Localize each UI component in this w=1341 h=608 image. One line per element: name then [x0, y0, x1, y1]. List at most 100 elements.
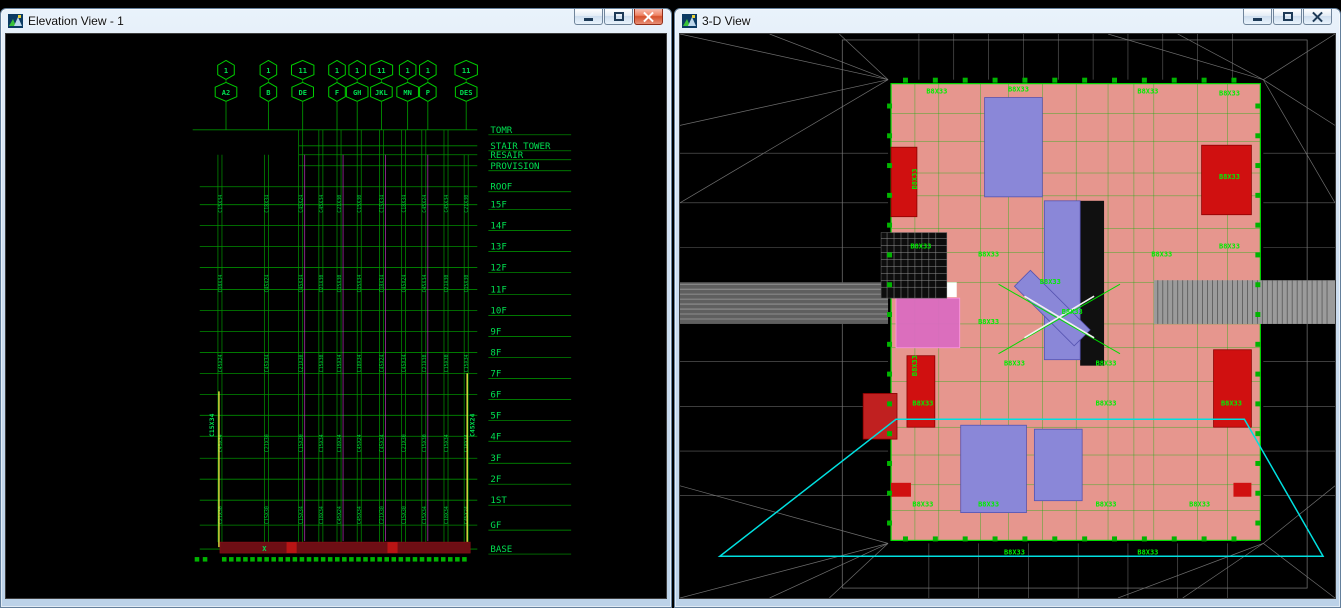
svg-text:F: F — [335, 88, 339, 97]
elevation-window-controls — [574, 9, 663, 25]
svg-text:11F: 11F — [490, 286, 506, 296]
elevation-drawing[interactable]: TOMRSTAIR TOWERRESAIRPROVISIONROOF15F14F… — [6, 34, 666, 598]
svg-text:1: 1 — [224, 66, 228, 75]
svg-text:C15X34: C15X34 — [357, 275, 363, 293]
svg-text:C45X34: C45X34 — [402, 354, 408, 372]
svg-text:B8X33: B8X33 — [910, 242, 931, 250]
svg-text:PROVISION: PROVISION — [490, 162, 539, 172]
svg-text:1: 1 — [406, 66, 410, 75]
svg-text:B8X33: B8X33 — [1040, 278, 1061, 286]
svg-text:2F: 2F — [490, 475, 501, 485]
svg-text:C45X34: C45X34 — [299, 275, 305, 293]
svg-text:B8X33: B8X33 — [911, 355, 919, 376]
close-icon — [1312, 12, 1323, 22]
svg-text:C18X34: C18X34 — [319, 506, 325, 524]
svg-text:B8X33: B8X33 — [1137, 548, 1158, 556]
view3d-drawing[interactable]: B8X33 B8X33 B8X33 B8X33 B8X33 B8X33 B8X33 B8X33… — [680, 34, 1335, 598]
svg-text:C21X30: C21X30 — [299, 354, 305, 372]
svg-text:C15X34: C15X34 — [444, 434, 450, 452]
svg-text:RESAIR: RESAIR — [490, 151, 523, 161]
svg-text:B8X33: B8X33 — [1004, 360, 1025, 368]
svg-text:C21X30: C21X30 — [264, 434, 270, 452]
svg-text:C15X34: C15X34 — [379, 195, 385, 213]
svg-text:11: 11 — [377, 66, 385, 75]
svg-text:C15X30: C15X30 — [337, 275, 343, 293]
svg-text:B8X33: B8X33 — [911, 169, 919, 190]
minimize-icon — [1253, 18, 1262, 21]
elevation-canvas[interactable]: TOMRSTAIR TOWERRESAIRPROVISIONROOF15F14F… — [5, 33, 667, 599]
svg-text:C18X34: C18X34 — [337, 434, 343, 452]
svg-text:B8X33: B8X33 — [1219, 173, 1240, 181]
svg-text:C45X24: C45X24 — [264, 275, 270, 293]
svg-text:ROOF: ROOF — [490, 183, 512, 193]
svg-text:DE: DE — [298, 88, 306, 97]
view3d-window-controls — [1243, 9, 1332, 25]
svg-text:C45X34: C45X34 — [319, 195, 325, 213]
svg-text:C15X30: C15X30 — [357, 195, 363, 213]
svg-text:C45X24: C45X24 — [468, 414, 476, 437]
svg-text:B8X33: B8X33 — [1008, 86, 1029, 94]
svg-text:B8X33: B8X33 — [912, 399, 933, 407]
svg-text:C45X24: C45X24 — [218, 354, 224, 372]
svg-text:1: 1 — [335, 66, 339, 75]
maximize-button[interactable] — [604, 9, 633, 25]
svg-text:C15X34: C15X34 — [218, 195, 224, 213]
svg-text:C45X34: C45X34 — [444, 195, 450, 213]
svg-text:B8X33: B8X33 — [1219, 242, 1240, 250]
svg-text:C15X30: C15X30 — [422, 434, 428, 452]
svg-text:C45X34: C45X34 — [264, 354, 270, 372]
svg-text:C15X34: C15X34 — [422, 506, 428, 524]
elevation-titlebar[interactable]: Elevation View - 1 — [1, 9, 671, 33]
svg-text:12F: 12F — [490, 264, 506, 274]
svg-text:GH: GH — [353, 88, 361, 97]
view3d-titlebar[interactable]: 3-D View — [675, 9, 1340, 33]
svg-text:4F: 4F — [490, 432, 501, 442]
close-button[interactable] — [1303, 9, 1332, 25]
minimize-button[interactable] — [1243, 9, 1272, 25]
svg-text:C18X34: C18X34 — [264, 195, 270, 213]
view3d-canvas[interactable]: B8X33 B8X33 B8X33 B8X33 B8X33 B8X33 B8X33 B8X33… — [679, 33, 1336, 599]
svg-text:15F: 15F — [490, 201, 506, 211]
view3d-window: 3-D View B8X33B8X33B8X33B8X33B8X33B8X33B… — [674, 8, 1341, 608]
svg-text:1: 1 — [266, 66, 270, 75]
svg-text:B8X33: B8X33 — [926, 88, 947, 96]
svg-text:13F: 13F — [490, 243, 506, 253]
svg-text:C15X34: C15X34 — [319, 434, 325, 452]
svg-text:B8X33: B8X33 — [978, 250, 999, 258]
svg-text:C21X30: C21X30 — [402, 434, 408, 452]
svg-text:BASE: BASE — [490, 545, 512, 555]
minimize-icon — [584, 18, 593, 21]
app-icon — [8, 14, 23, 28]
svg-text:C21X30: C21X30 — [379, 506, 385, 524]
svg-text:C45X34: C45X34 — [422, 275, 428, 293]
minimize-button[interactable] — [574, 9, 603, 25]
svg-text:C21X30: C21X30 — [319, 275, 325, 293]
svg-text:B8X33: B8X33 — [978, 318, 999, 326]
svg-text:B8X33: B8X33 — [1151, 250, 1172, 258]
svg-text:MN: MN — [403, 88, 411, 97]
svg-text:C15X34: C15X34 — [464, 354, 470, 372]
svg-text:TOMR: TOMR — [490, 126, 512, 136]
svg-text:A2: A2 — [222, 88, 230, 97]
svg-text:C45X24: C45X24 — [299, 195, 305, 213]
svg-text:B8X33: B8X33 — [1096, 501, 1117, 509]
svg-text:9F: 9F — [490, 328, 501, 338]
svg-text:DES: DES — [460, 88, 473, 97]
svg-text:C45X34: C45X34 — [379, 434, 385, 452]
close-button[interactable] — [634, 9, 663, 25]
svg-text:C15X30: C15X30 — [299, 434, 305, 452]
svg-text:GF: GF — [490, 521, 501, 531]
close-icon — [643, 12, 654, 22]
svg-text:1: 1 — [355, 66, 359, 75]
svg-text:6F: 6F — [490, 390, 501, 400]
svg-text:B8X33: B8X33 — [1221, 399, 1242, 407]
maximize-button[interactable] — [1273, 9, 1302, 25]
svg-text:C45X24: C45X24 — [379, 354, 385, 372]
svg-text:14F: 14F — [490, 222, 506, 232]
view3d-window-title: 3-D View — [702, 14, 750, 28]
svg-text:B8X33: B8X33 — [1219, 90, 1240, 98]
svg-text:C15X30: C15X30 — [319, 354, 325, 372]
svg-text:8F: 8F — [490, 348, 501, 358]
svg-text:C18X34: C18X34 — [444, 506, 450, 524]
svg-text:C21X30: C21X30 — [464, 195, 470, 213]
